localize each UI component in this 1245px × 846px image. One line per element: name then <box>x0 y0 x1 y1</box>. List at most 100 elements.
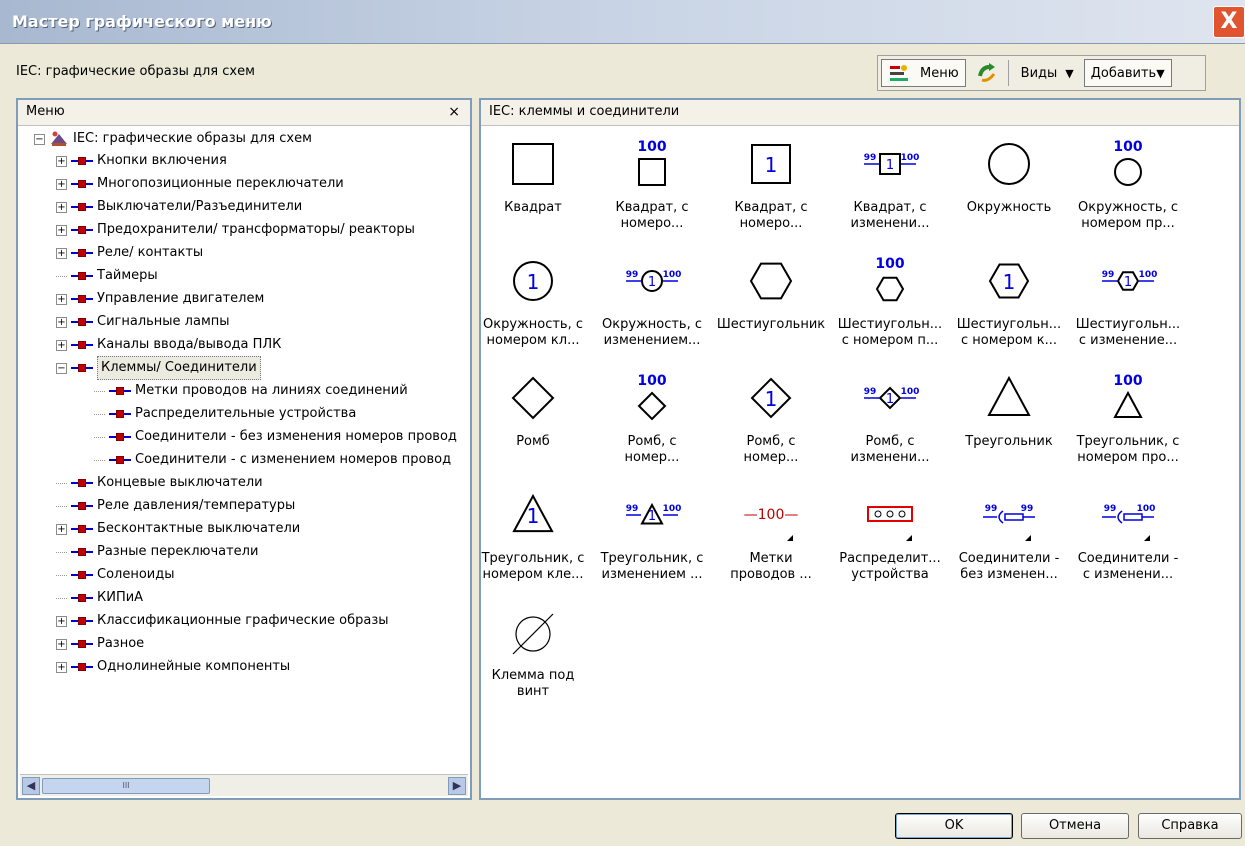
rhomb-change-icon: 99 100 1 <box>864 386 919 410</box>
tree-subitem[interactable]: Распределительные устройства <box>94 403 356 425</box>
symbol-item[interactable]: 99 100 1 Квадрат, с изменени... <box>830 128 950 250</box>
symbol-item[interactable]: Квадрат <box>473 128 593 250</box>
symbol-item[interactable]: 100 Треугольник, с номером про... <box>1068 362 1188 484</box>
tree-item[interactable]: + Предохранители/ трансформаторы/ реактор… <box>56 219 415 241</box>
help-button[interactable]: Справка <box>1138 813 1242 839</box>
symbol-label-line2: изменением ... <box>601 567 703 582</box>
tree-line <box>94 413 105 415</box>
symbol-item[interactable]: 1 Ромб, с номер... <box>711 362 831 484</box>
menu-button[interactable]: Меню <box>881 59 966 87</box>
symbol-item[interactable]: Шестиугольник <box>711 245 831 367</box>
expand-icon[interactable]: + <box>56 661 67 673</box>
symbol-item[interactable]: 99 99 Соединители - без изменен... <box>949 479 1069 601</box>
expand-icon[interactable]: + <box>56 247 67 259</box>
symbol-item[interactable]: Клемма под винт <box>473 596 593 718</box>
tree-item[interactable]: + Каналы ввода/вывода ПЛК <box>56 334 281 356</box>
symbol-label-line2: изменени... <box>850 216 930 231</box>
collapse-icon[interactable]: − <box>34 133 45 145</box>
close-button[interactable]: X <box>1213 6 1245 38</box>
tree-item[interactable]: Разные переключатели <box>56 541 258 563</box>
menu-node-icon <box>71 271 93 281</box>
symbol-item[interactable]: 99 100 1 Треугольник, с изменением ... <box>592 479 712 601</box>
tree-item[interactable]: + Многопозиционные переключатели <box>56 173 344 195</box>
tree-item[interactable]: Концевые выключатели <box>56 472 263 494</box>
tree-item[interactable]: Соленоиды <box>56 564 175 586</box>
expand-icon[interactable]: + <box>56 201 67 213</box>
cancel-button[interactable]: Отмена <box>1021 813 1129 839</box>
symbol-item[interactable]: 1 Треугольник, с номером кле... <box>473 479 593 601</box>
symbol-item[interactable]: 99 100 1 Шестиугольн... с изменение... <box>1068 245 1188 367</box>
collapse-icon[interactable]: − <box>56 362 67 374</box>
expand-icon[interactable]: + <box>56 339 67 351</box>
ok-button[interactable]: OK <box>895 813 1013 839</box>
close-icon[interactable]: × <box>448 100 460 124</box>
symbol-label-line1: Треугольник, с <box>481 551 585 566</box>
expand-icon[interactable]: + <box>56 224 67 236</box>
symbol-item[interactable]: Треугольник <box>949 362 1069 484</box>
tree-item[interactable]: + Кнопки включения <box>56 150 227 172</box>
symbol-item[interactable]: 100 Квадрат, с номеро... <box>592 128 712 250</box>
symbol-label: Шестиугольн... с изменение... <box>1068 317 1188 349</box>
symbol-item[interactable]: 100 Окружность, с номером пр... <box>1068 128 1188 250</box>
expand-icon[interactable]: + <box>56 638 67 650</box>
menu-panel-header: Меню × <box>18 100 470 126</box>
expand-icon[interactable]: + <box>56 293 67 305</box>
symbol-label-line2: проводов ... <box>730 567 812 582</box>
symbol-number: 100 <box>1113 373 1142 389</box>
symbol-label-line2: изменени... <box>850 450 930 465</box>
tree-subitem[interactable]: Соединители - с изменением номеров прово… <box>94 449 451 471</box>
symbol-item[interactable]: 1 Квадрат, с номеро... <box>711 128 831 250</box>
expand-icon[interactable]: + <box>56 615 67 627</box>
scroll-thumb[interactable]: III <box>42 778 210 794</box>
tree-item[interactable]: Таймеры <box>56 265 158 287</box>
symbol-item[interactable]: 99 100 1 Окружность, с изменением... <box>592 245 712 367</box>
add-dropdown[interactable]: Добавить ▼ <box>1083 59 1172 87</box>
scroll-right-icon[interactable]: ▶ <box>448 777 466 795</box>
tree-item[interactable]: + Управление двигателем <box>56 288 264 310</box>
library-icon <box>51 131 67 146</box>
menu-node-icon <box>109 386 131 396</box>
tree-item[interactable]: Реле давления/температуры <box>56 495 295 517</box>
expand-icon[interactable]: + <box>56 155 67 167</box>
horizontal-scrollbar[interactable]: ◀ III ▶ <box>20 774 468 796</box>
symbol-item[interactable]: —100— Метки проводов ... <box>711 479 831 601</box>
tree-subitem[interactable]: Метки проводов на линиях соединений <box>94 380 408 402</box>
refresh-button[interactable] <box>969 59 1005 87</box>
symbol-item[interactable]: Окружность <box>949 128 1069 250</box>
menu-node-icon <box>71 478 93 488</box>
symbol-item[interactable]: 99 100 Соединители -с изменени... <box>1068 479 1188 601</box>
menu-node-icon <box>71 363 93 373</box>
menu-node-icon <box>71 501 93 511</box>
tree-root-label: IEC: графические образы для схем <box>73 131 312 146</box>
window-title: Мастер графического меню <box>12 12 272 31</box>
symbol-item[interactable]: 99 100 1 Ромб, с изменени... <box>830 362 950 484</box>
symbol-label-line2: винт <box>516 684 550 699</box>
symbol-item[interactable]: 100 Ромб, с номер... <box>592 362 712 484</box>
symbol-label: Соединители -с изменени... <box>1068 551 1188 583</box>
tree-item[interactable]: + Реле/ контакты <box>56 242 203 264</box>
tree-item-label: Метки проводов на линиях соединений <box>135 383 408 398</box>
menu-node-icon <box>71 202 93 212</box>
scroll-left-icon[interactable]: ◀ <box>22 777 40 795</box>
tree-item[interactable]: + Разное <box>56 633 144 655</box>
symbol-item[interactable]: Ромб <box>473 362 593 484</box>
symbol-item[interactable]: 100 Шестиугольн... с номером п... <box>830 245 950 367</box>
symbol-item[interactable]: 1 Окружность, с номером кл... <box>473 245 593 367</box>
expand-icon[interactable]: + <box>56 316 67 328</box>
tree-item[interactable]: КИПиА <box>56 587 143 609</box>
symbol-label-line1: Квадрат, с <box>734 200 808 215</box>
tree-line <box>56 482 67 484</box>
tree-subitem[interactable]: Соединители - без изменения номеров пров… <box>94 426 457 448</box>
tree-item[interactable]: − Клеммы/ Соединители <box>56 356 261 380</box>
tree-item[interactable]: + Классификационные графические образы <box>56 610 389 632</box>
tree-item[interactable]: + Сигнальные лампы <box>56 311 230 333</box>
views-dropdown[interactable]: Виды ▼ <box>1012 59 1081 87</box>
tree-item[interactable]: + Бесконтактные выключатели <box>56 518 300 540</box>
tree-item[interactable]: + Выключатели/Разъединители <box>56 196 302 218</box>
expand-icon[interactable]: + <box>56 523 67 535</box>
symbol-item[interactable]: Распределит... устройства <box>830 479 950 601</box>
expand-icon[interactable]: + <box>56 178 67 190</box>
tree-item[interactable]: + Однолинейные компоненты <box>56 656 290 678</box>
tree-root[interactable]: − IEC: графические образы для схем <box>34 128 312 150</box>
symbol-item[interactable]: 1 Шестиугольн... с номером к... <box>949 245 1069 367</box>
